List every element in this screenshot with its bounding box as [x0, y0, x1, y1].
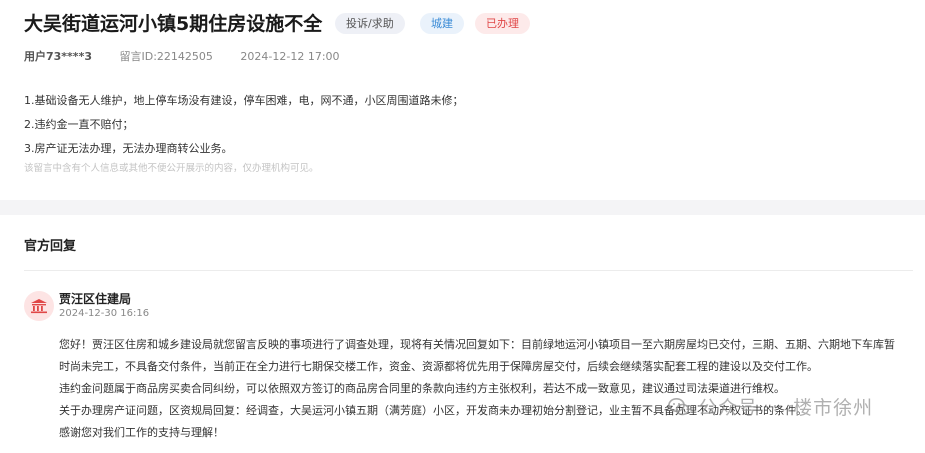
government-building-icon [24, 291, 54, 321]
watermark-separator: · [772, 395, 780, 418]
message-time: 2024-12-12 17:00 [240, 50, 340, 63]
reply-body: 您好！贾汪区住房和城乡建设局就您留言反映的事项进行了调查处理，现将有关情况回复如… [59, 334, 895, 444]
divider [24, 270, 913, 271]
message-meta: 用户73****3 留言ID:22142505 2024-12-12 17:00 [24, 48, 364, 64]
privacy-notice: 该留言中含有个人信息或其他不便公开展示的内容，仅办理机构可见。 [24, 163, 319, 174]
reply-time: 2024-12-30 16:16 [59, 308, 150, 319]
status-badge: 已办理 [475, 13, 530, 34]
watermark: 公众号 · 楼市徐州 [668, 393, 873, 420]
message-body: 1.基础设备无人维护，地上停车场没有建设，停车困难，电，网不通，小区周围道路未修… [24, 89, 464, 161]
reply-org-name: 贾汪区住建局 [59, 292, 132, 306]
user-name: 用户73****3 [24, 50, 92, 63]
message-id: 留言ID:22142505 [119, 50, 213, 63]
watermark-right: 楼市徐州 [793, 397, 874, 419]
watermark-left: 公众号 [698, 397, 759, 419]
message-title: 大吴街道运河小镇5期住房设施不全 [24, 13, 323, 35]
reply-line: 时尚未完工，不具备交付条件，当前正在全力进行七期保交楼工作，资金、资源都将优先用… [59, 360, 818, 373]
message-card: 大吴街道运河小镇5期住房设施不全 投诉/求助 城建 已办理 用户73****3 … [0, 0, 925, 200]
wechat-icon [668, 397, 690, 415]
message-line: 3.房产证无法办理，无法办理商转公业务。 [24, 142, 233, 155]
reply-heading: 官方回复 [24, 239, 77, 254]
reply-line: 您好！贾汪区住房和城乡建设局就您留言反映的事项进行了调查处理，现将有关情况回复如… [59, 338, 895, 351]
message-line: 1.基础设备无人维护，地上停车场没有建设，停车困难，电，网不通，小区周围道路未修… [24, 94, 464, 107]
reply-line: 感谢您对我们工作的支持与理解！ [59, 426, 224, 439]
tag-type[interactable]: 投诉/求助 [335, 13, 405, 34]
message-line: 2.违约金一直不赔付； [24, 118, 134, 131]
tag-category[interactable]: 城建 [420, 13, 464, 34]
